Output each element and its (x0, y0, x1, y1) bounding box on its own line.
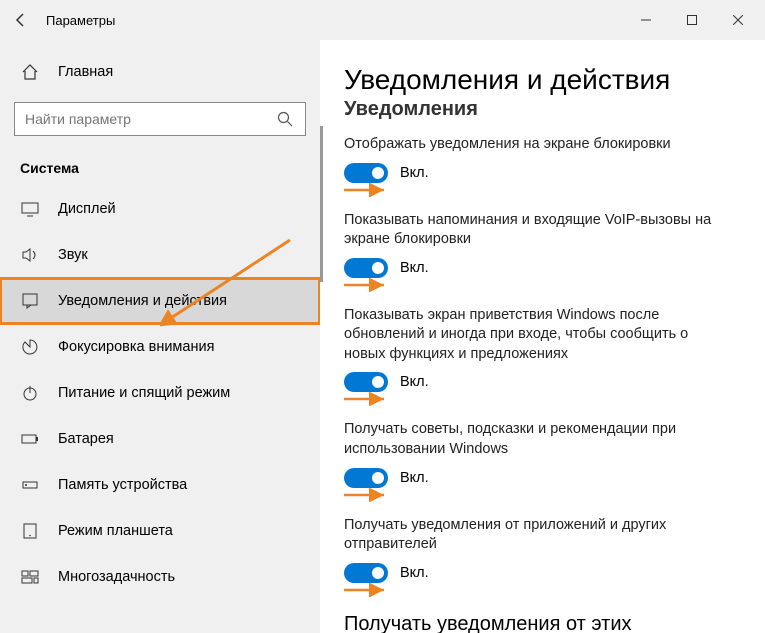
sidebar-item-notifications[interactable]: Уведомления и действия (0, 278, 320, 324)
sidebar-item-storage[interactable]: Память устройства (0, 462, 320, 508)
sidebar-item-label: Батарея (58, 431, 114, 447)
sidebar-item-tablet[interactable]: Режим планшета (0, 508, 320, 554)
annotation-arrow-icon (344, 492, 733, 502)
power-icon (20, 383, 40, 403)
toggle-switch[interactable] (344, 163, 388, 183)
storage-icon (20, 475, 40, 495)
sidebar: Главная Система Дисплей Звук Уведомления… (0, 40, 320, 633)
annotation-arrow-icon (344, 282, 733, 292)
focus-icon (20, 337, 40, 357)
sidebar-item-label: Питание и спящий режим (58, 385, 230, 401)
toggle-label: Вкл. (400, 260, 429, 276)
setting-tips: Получать советы, подсказки и рекомендаци… (344, 420, 733, 501)
sidebar-item-label: Звук (58, 247, 88, 263)
toggle-label: Вкл. (400, 565, 429, 581)
display-icon (20, 199, 40, 219)
page-title: Уведомления и действия (344, 64, 733, 96)
toggle-label: Вкл. (400, 470, 429, 486)
setting-voip-lockscreen: Показывать напоминания и входящие VoIP-в… (344, 211, 733, 292)
sidebar-item-sound[interactable]: Звук (0, 232, 320, 278)
section-subheader: Уведомления (344, 98, 733, 121)
tablet-icon (20, 521, 40, 541)
setting-text: Показывать напоминания и входящие VoIP-в… (344, 211, 733, 250)
annotation-arrow-icon (344, 587, 733, 597)
sidebar-item-label: Память устройства (58, 477, 187, 493)
sidebar-item-label: Фокусировка внимания (58, 339, 214, 355)
titlebar: Параметры (0, 0, 765, 40)
section-heading: Получать уведомления от этих (344, 613, 733, 633)
window-title: Параметры (46, 13, 623, 28)
toggle-switch[interactable] (344, 258, 388, 278)
search-icon (275, 109, 295, 129)
scrollbar[interactable] (320, 126, 323, 282)
setting-text: Показывать экран приветствия Windows пос… (344, 306, 733, 365)
window-controls (623, 4, 761, 36)
toggle-label: Вкл. (400, 165, 429, 181)
toggle-label: Вкл. (400, 374, 429, 390)
content-pane: Уведомления и действия Уведомления Отобр… (320, 40, 765, 633)
sidebar-item-label: Режим планшета (58, 523, 173, 539)
sidebar-item-label: Многозадачность (58, 569, 175, 585)
sidebar-item-multitasking[interactable]: Многозадачность (0, 554, 320, 600)
annotation-arrow-icon (344, 187, 733, 197)
setting-text: Отображать уведомления на экране блокиро… (344, 135, 733, 155)
toggle-switch[interactable] (344, 468, 388, 488)
sidebar-item-label: Уведомления и действия (58, 293, 227, 309)
battery-icon (20, 429, 40, 449)
setting-welcome-screen: Показывать экран приветствия Windows пос… (344, 306, 733, 407)
sidebar-item-battery[interactable]: Батарея (0, 416, 320, 462)
minimize-button[interactable] (623, 4, 669, 36)
home-icon (20, 62, 40, 82)
annotation-arrow-icon (344, 396, 733, 406)
sidebar-item-focus[interactable]: Фокусировка внимания (0, 324, 320, 370)
back-button[interactable] (4, 3, 38, 37)
category-label: Система (0, 152, 320, 186)
setting-text: Получать советы, подсказки и рекомендаци… (344, 420, 733, 459)
sidebar-item-power[interactable]: Питание и спящий режим (0, 370, 320, 416)
maximize-button[interactable] (669, 4, 715, 36)
notifications-icon (20, 291, 40, 311)
multitasking-icon (20, 567, 40, 587)
sound-icon (20, 245, 40, 265)
sidebar-item-display[interactable]: Дисплей (0, 186, 320, 232)
home-label: Главная (58, 64, 113, 80)
home-link[interactable]: Главная (0, 52, 320, 92)
toggle-switch[interactable] (344, 372, 388, 392)
search-input[interactable] (25, 111, 275, 127)
sidebar-item-label: Дисплей (58, 201, 116, 217)
setting-app-notifications: Получать уведомления от приложений и дру… (344, 516, 733, 597)
close-button[interactable] (715, 4, 761, 36)
toggle-switch[interactable] (344, 563, 388, 583)
search-box[interactable] (14, 102, 306, 136)
setting-text: Получать уведомления от приложений и дру… (344, 516, 733, 555)
setting-lockscreen-notifications: Отображать уведомления на экране блокиро… (344, 135, 733, 197)
